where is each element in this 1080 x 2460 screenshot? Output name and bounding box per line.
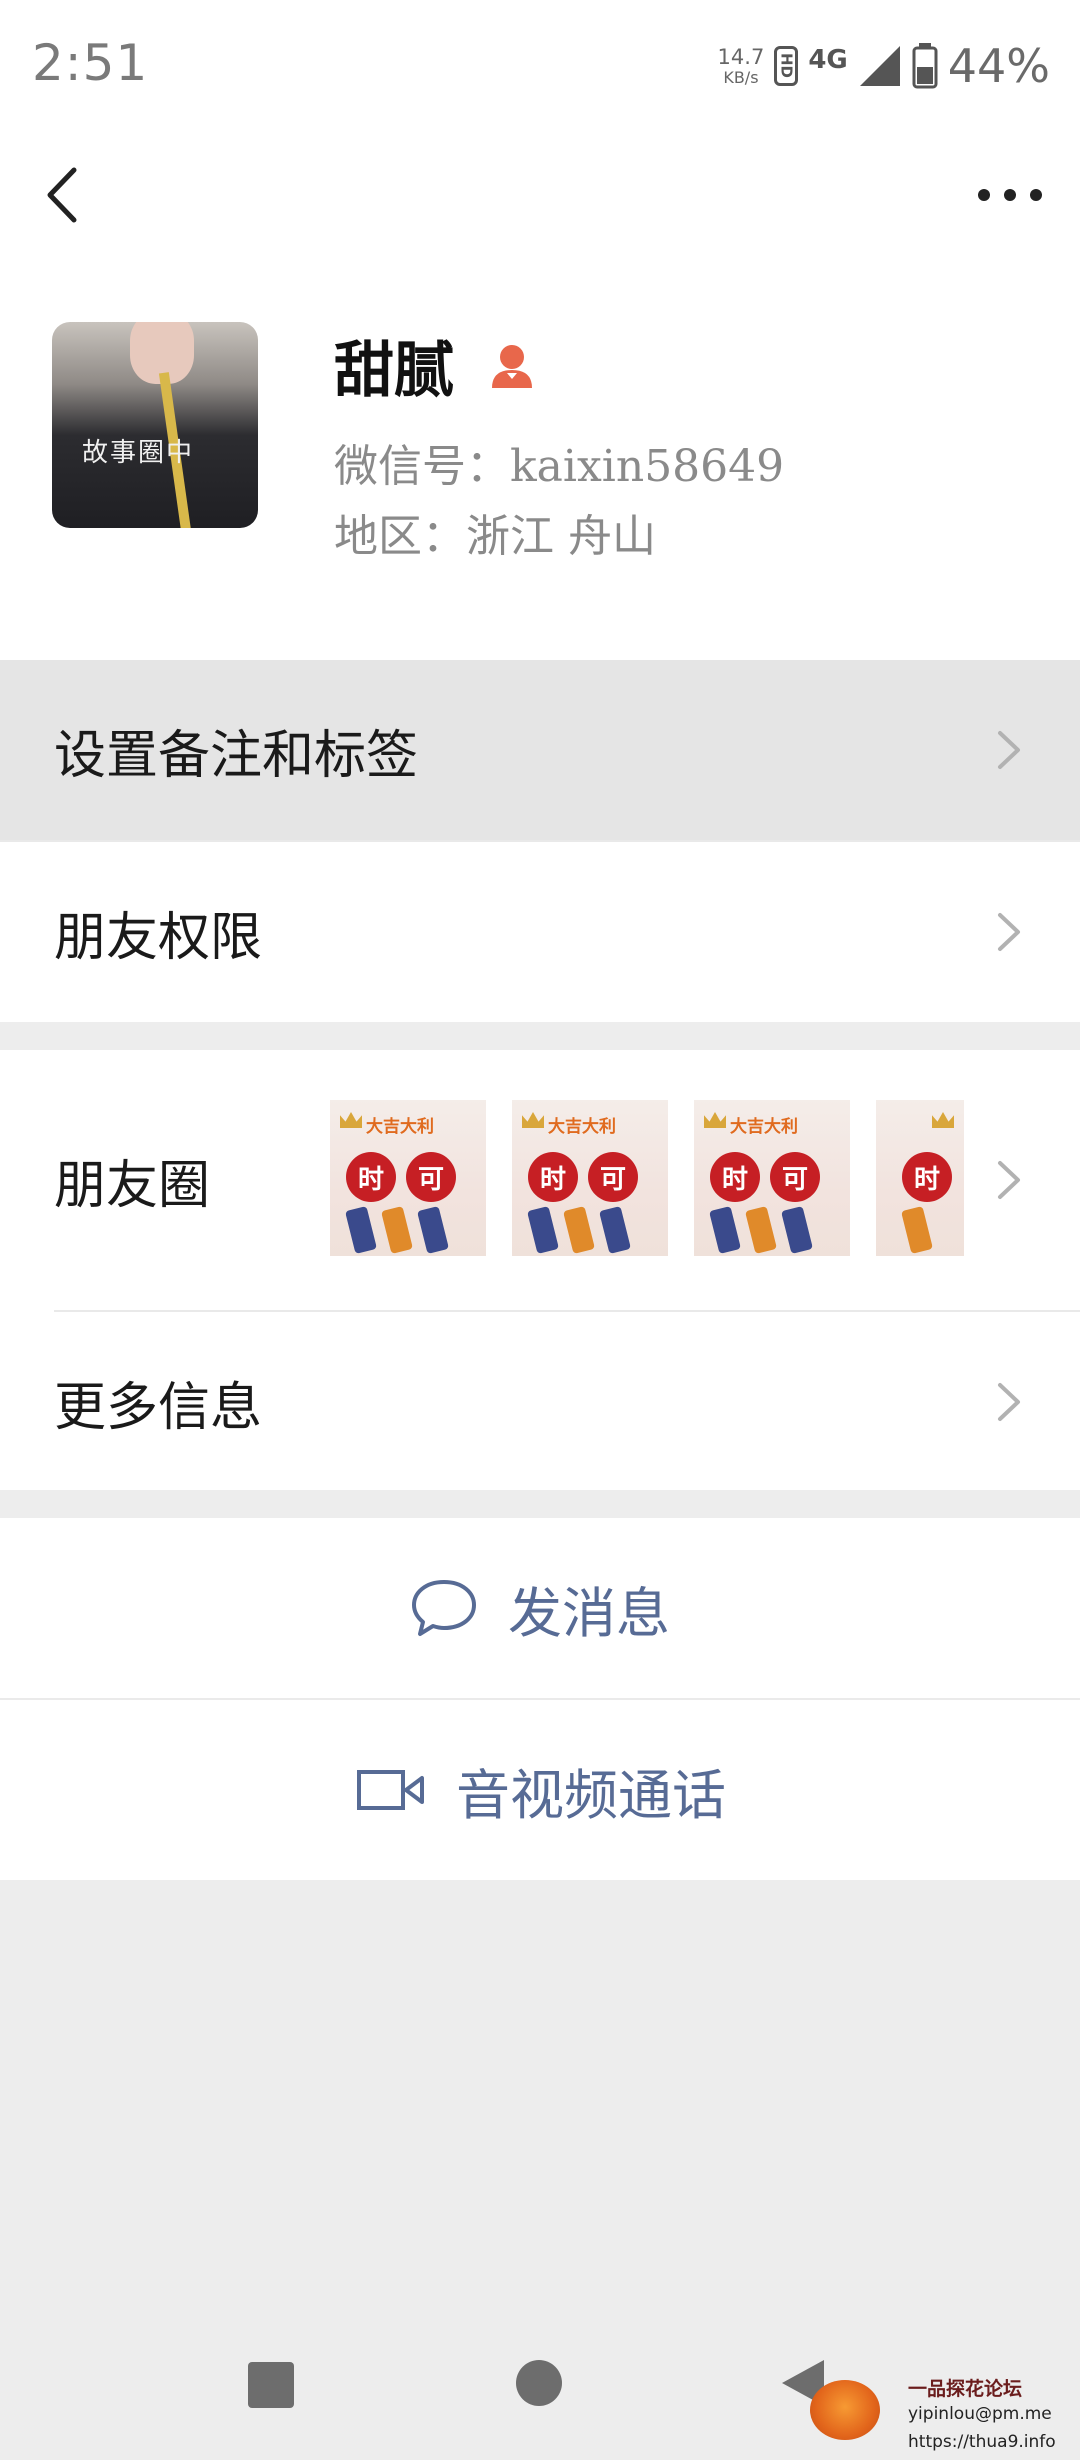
network-speed-unit: KB/s: [723, 67, 759, 87]
network-type: 4G: [808, 45, 848, 75]
crown-icon: [340, 1112, 362, 1128]
battery-percent: 44%: [947, 39, 1050, 93]
send-message-label: 发消息: [508, 1581, 670, 1645]
back-icon[interactable]: [40, 160, 90, 230]
thumb-ball: 时: [710, 1152, 760, 1202]
video-call-label: 音视频通话: [456, 1763, 726, 1827]
settings-group: 设置备注和标签 朋友权限: [0, 660, 1080, 1022]
moments-row[interactable]: 朋友圈 大吉大利 时 可 大吉大利 时 可 大吉大利 时 可 时: [0, 1050, 1080, 1310]
thumb-ball: 时: [528, 1152, 578, 1202]
crown-icon: [704, 1112, 726, 1128]
moments-thumbnail: 时: [876, 1100, 964, 1256]
moments-thumbnail: 大吉大利 时 可: [330, 1100, 486, 1256]
moments-group: 朋友圈 大吉大利 时 可 大吉大利 时 可 大吉大利 时 可 时 更多信息: [0, 1050, 1080, 1490]
chevron-right-icon: [998, 1383, 1020, 1421]
chevron-right-icon: [998, 913, 1020, 951]
video-call-button[interactable]: 音视频通话: [0, 1700, 1080, 1880]
thumb-tag: [745, 1205, 777, 1255]
thumb-ball: 时: [902, 1152, 952, 1202]
chevron-right-icon: [998, 731, 1020, 769]
home-button[interactable]: [516, 2360, 562, 2406]
avatar[interactable]: 故事圈中: [52, 322, 258, 528]
signal-icon: [859, 46, 900, 86]
thumb-tag: [345, 1205, 377, 1255]
friend-permissions-label: 朋友权限: [54, 907, 263, 968]
status-time: 2:51: [32, 34, 149, 92]
crown-icon: [522, 1112, 544, 1128]
chevron-right-icon: [998, 1161, 1020, 1199]
remark-tags-label: 设置备注和标签: [54, 725, 419, 786]
watermark-email: yipinlou@pm.me: [908, 2404, 1052, 2424]
profile-header: 故事圈中 甜腻 微信号：kaixin58649 地区：浙江 舟山: [0, 260, 1080, 660]
thumb-tag: [781, 1205, 813, 1255]
video-call-content: 音视频通话: [356, 1700, 726, 1880]
thumb-banner: 大吉大利: [730, 1117, 798, 1137]
thumb-ball: 可: [406, 1152, 456, 1202]
thumb-tag: [901, 1205, 933, 1255]
thumb-tag: [417, 1205, 449, 1255]
status-indicators: 14.7 KB/s HD 4G 44%: [718, 36, 1050, 96]
network-speed: 14.7 KB/s: [717, 44, 765, 87]
wechat-id: 微信号：kaixin58649: [334, 441, 785, 492]
hd-label: HD: [777, 53, 796, 79]
send-message-button[interactable]: 发消息: [0, 1518, 1080, 1698]
profile-name: 甜腻: [334, 336, 454, 406]
watermark: 一品探花论坛 yipinlou@pm.me https://thua9.info: [790, 2340, 1080, 2460]
video-camera-icon: [357, 1770, 424, 1810]
thumb-banner: 大吉大利: [548, 1117, 616, 1137]
crown-icon: [932, 1112, 954, 1128]
watermark-url: https://thua9.info: [908, 2432, 1056, 2452]
battery-icon: [912, 43, 938, 89]
thumb-banner: 大吉大利: [366, 1117, 434, 1137]
chat-bubble-icon: [412, 1580, 476, 1636]
moments-thumbnail: 大吉大利 时 可: [512, 1100, 668, 1256]
remark-tags-row[interactable]: 设置备注和标签: [0, 660, 1080, 840]
watermark-logo: [810, 2380, 880, 2440]
moments-thumbnails: 大吉大利 时 可 大吉大利 时 可 大吉大利 时 可 时: [330, 1100, 964, 1256]
moments-label: 朋友圈: [54, 1155, 211, 1216]
thumb-tag: [709, 1205, 741, 1255]
female-icon: [492, 345, 532, 388]
hd-icon: HD: [774, 46, 799, 86]
send-message-content: 发消息: [410, 1518, 670, 1698]
thumb-ball: 可: [770, 1152, 820, 1202]
moments-thumbnail: 大吉大利 时 可: [694, 1100, 850, 1256]
network-speed-value: 14.7: [717, 44, 765, 69]
friend-permissions-row[interactable]: 朋友权限: [0, 842, 1080, 1022]
region: 地区：浙江 舟山: [334, 511, 656, 562]
thumb-tag: [563, 1205, 595, 1255]
more-dots-icon[interactable]: [970, 170, 1050, 220]
recent-apps-button[interactable]: [248, 2362, 294, 2408]
nav-bar: [0, 130, 1080, 260]
more-info-row[interactable]: 更多信息: [0, 1312, 1080, 1492]
thumb-ball: 时: [346, 1152, 396, 1202]
thumb-ball: 可: [588, 1152, 638, 1202]
thumb-tag: [381, 1205, 413, 1255]
avatar-shirt-text: 故事圈中: [82, 438, 195, 468]
thumb-tag: [527, 1205, 559, 1255]
more-info-label: 更多信息: [54, 1377, 263, 1438]
watermark-title: 一品探花论坛: [908, 2378, 1023, 2400]
status-bar: 2:51 14.7 KB/s HD 4G 44%: [0, 0, 1080, 130]
thumb-tag: [599, 1205, 631, 1255]
